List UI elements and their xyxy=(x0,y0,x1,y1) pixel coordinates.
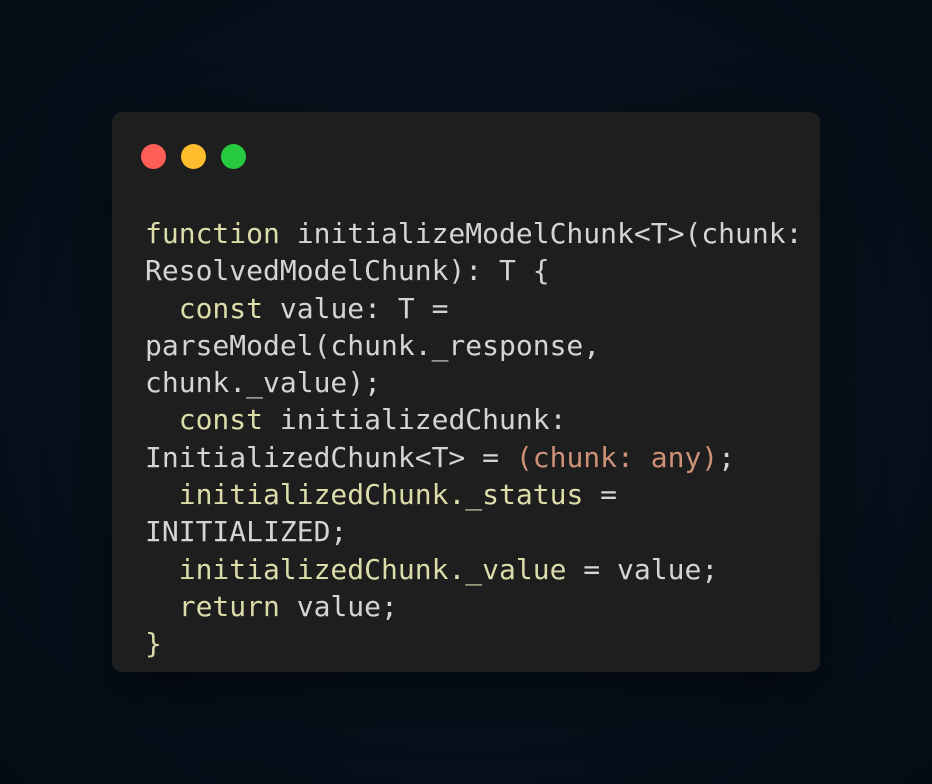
code-token: initializeModelChunk<T>(chunk: xyxy=(279,217,803,250)
code-token: = xyxy=(583,478,618,512)
code-token: const xyxy=(178,403,264,437)
code-token: function xyxy=(145,217,280,250)
code-token: value; xyxy=(279,589,398,623)
code-line: return value; xyxy=(145,588,802,625)
code-line: initializedChunk._value = value; xyxy=(145,551,802,588)
code-line: InitializedChunk<T> = (chunk: any); xyxy=(145,439,802,476)
maximize-button[interactable] xyxy=(221,144,246,169)
code-token: return xyxy=(178,589,280,623)
code-token: const xyxy=(178,291,264,325)
code-line: parseModel(chunk._response, xyxy=(145,327,802,364)
code-token: initializedChunk._status xyxy=(178,478,584,512)
code-line: const value: T = xyxy=(145,290,802,327)
code-token: = value; xyxy=(566,552,719,586)
code-token: parseModel(chunk._response, xyxy=(145,328,601,362)
code-token: ; xyxy=(718,440,736,474)
close-button[interactable] xyxy=(141,144,166,169)
code-token: InitializedChunk<T> = xyxy=(145,440,516,474)
code-block: function initializeModelChunk<T>(chunk: R… xyxy=(145,215,802,663)
code-token: chunk._value); xyxy=(145,366,382,400)
code-line: } xyxy=(145,625,802,662)
code-token: value: T = xyxy=(263,291,449,325)
code-line: ResolvedModelChunk): T { xyxy=(145,252,802,289)
code-token: initializedChunk._value xyxy=(178,552,567,586)
code-token: INITIALIZED; xyxy=(145,515,348,549)
minimize-button[interactable] xyxy=(181,144,206,169)
code-line: const initializedChunk: xyxy=(145,401,802,438)
code-token: (chunk: any) xyxy=(515,440,719,474)
code-line: chunk._value); xyxy=(145,364,802,401)
code-line: function initializeModelChunk<T>(chunk: xyxy=(145,215,802,252)
code-token: } xyxy=(145,627,162,661)
code-token: initializedChunk: xyxy=(263,403,567,437)
code-window: function initializeModelChunk<T>(chunk: R… xyxy=(112,112,820,672)
code-line: INITIALIZED; xyxy=(145,513,802,550)
code-token: ResolvedModelChunk): T { xyxy=(145,254,550,288)
code-line: initializedChunk._status = xyxy=(145,476,802,513)
